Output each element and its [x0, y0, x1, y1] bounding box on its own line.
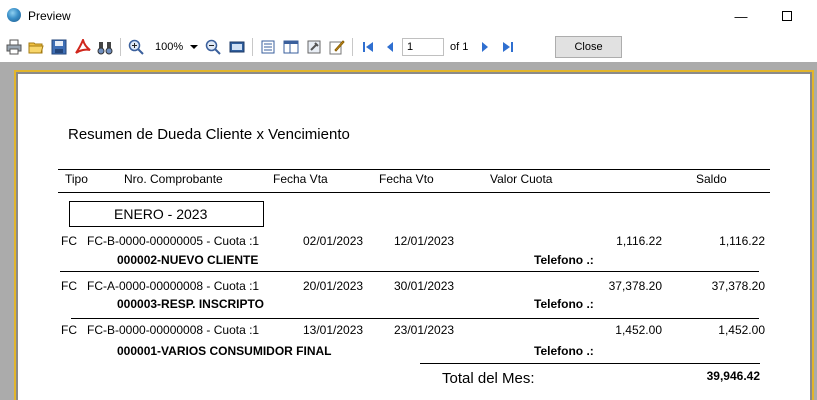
col-header-fecha-vta: Fecha Vta — [273, 172, 328, 186]
window-title: Preview — [28, 9, 71, 23]
page-setup-icon[interactable] — [259, 38, 277, 56]
edit-icon[interactable] — [328, 38, 346, 56]
row-2-nro: FC-A-0000-00000008 - Cuota :1 — [87, 279, 260, 293]
row-2-cliente: 000003-RESP. INSCRIPTO — [117, 297, 264, 311]
total-rule — [420, 363, 760, 364]
open-icon[interactable] — [27, 38, 45, 56]
row-3-tipo: FC — [61, 323, 77, 337]
total-label: Total del Mes: — [442, 370, 535, 387]
row-1-cliente: 000002-NUEVO CLIENTE — [117, 253, 259, 267]
minimize-button[interactable]: — — [718, 0, 764, 32]
row-2-valor: 37,378.20 — [608, 279, 662, 293]
last-page-icon[interactable] — [499, 38, 517, 56]
row-1-saldo: 1,116.22 — [719, 234, 765, 248]
app-icon — [7, 8, 21, 22]
close-button[interactable]: Close — [555, 36, 622, 58]
row-2-fecha-vta: 20/01/2023 — [303, 279, 364, 293]
maximize-icon — [782, 11, 792, 21]
next-page-icon[interactable] — [476, 38, 494, 56]
row-1-valor: 1,116.22 — [616, 234, 662, 248]
title-bar: Preview — — [0, 0, 817, 32]
row-2-telefono: Telefono .: — [534, 297, 594, 311]
row-2-tipo: FC — [61, 279, 77, 293]
month-label: ENERO - 2023 — [114, 206, 208, 222]
row-3-valor: 1,452.00 — [615, 323, 662, 337]
row-3-fecha-vto: 23/01/2023 — [394, 323, 455, 337]
chevron-down-icon — [190, 45, 198, 49]
page-count-label: of 1 — [450, 41, 469, 53]
page-width-icon[interactable] — [282, 38, 300, 56]
row-3-saldo: 1,452.00 — [718, 323, 765, 337]
pdf-icon[interactable] — [74, 38, 92, 56]
col-header-nro: Nro. Comprobante — [124, 172, 223, 186]
col-header-fecha-vto: Fecha Vto — [379, 172, 434, 186]
find-icon[interactable] — [96, 38, 114, 56]
zoom-value: 100% — [155, 41, 184, 53]
row-1-tipo: FC — [61, 234, 77, 248]
row-3-nro: FC-B-0000-00000008 - Cuota :1 — [87, 323, 260, 337]
toolbar: 100% 1 of 1 Close — [0, 32, 817, 62]
row-2-fecha-vto: 30/01/2023 — [394, 279, 455, 293]
zoom-out-icon[interactable] — [204, 38, 222, 56]
print-icon[interactable] — [5, 38, 23, 56]
page-number-input[interactable]: 1 — [402, 38, 444, 56]
month-group-box: ENERO - 2023 — [69, 201, 264, 227]
row-1-telefono: Telefono .: — [534, 253, 594, 267]
col-header-saldo: Saldo — [696, 172, 727, 186]
row-3-cliente: 000001-VARIOS CONSUMIDOR FINAL — [117, 344, 332, 358]
full-page-icon[interactable] — [228, 38, 246, 56]
header-bottom-rule — [58, 192, 770, 193]
settings-icon[interactable] — [305, 38, 323, 56]
zoom-select[interactable]: 100% — [152, 38, 200, 56]
row-3-fecha-vta: 13/01/2023 — [303, 323, 364, 337]
save-icon[interactable] — [50, 38, 68, 56]
report-title: Resumen de Dueda Cliente x Vencimiento — [68, 126, 350, 143]
prev-page-icon[interactable] — [381, 38, 399, 56]
maximize-button[interactable] — [764, 0, 810, 32]
first-page-icon[interactable] — [359, 38, 377, 56]
row-2-rule — [71, 318, 759, 319]
col-header-tipo: Tipo — [65, 172, 88, 186]
row-3-telefono: Telefono .: — [534, 344, 594, 358]
row-2-saldo: 37,378.20 — [711, 279, 765, 293]
col-header-valor: Valor Cuota — [490, 172, 553, 186]
row-1-rule — [60, 271, 759, 272]
row-1-fecha-vta: 02/01/2023 — [303, 234, 364, 248]
total-value: 39,946.42 — [706, 369, 760, 383]
zoom-in-icon[interactable] — [127, 38, 145, 56]
row-1-fecha-vto: 12/01/2023 — [394, 234, 455, 248]
row-1-nro: FC-B-0000-00000005 - Cuota :1 — [87, 234, 260, 248]
header-top-rule — [58, 169, 770, 170]
